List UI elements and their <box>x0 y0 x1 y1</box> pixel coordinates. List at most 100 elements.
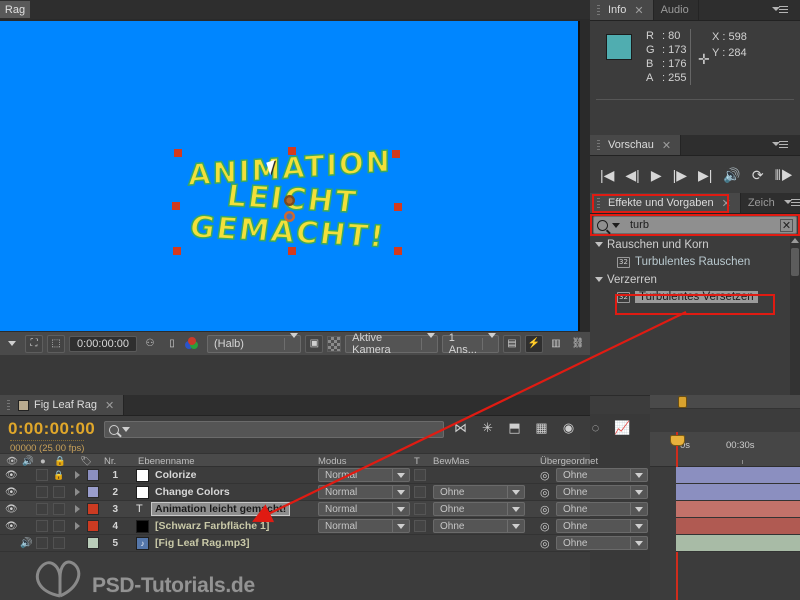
layer-solo-toggle[interactable] <box>36 486 48 498</box>
timeline-search-input[interactable] <box>104 421 444 438</box>
selection-handle[interactable] <box>394 247 402 255</box>
col-eye-icon[interactable]: 👁 <box>6 456 18 467</box>
layer-mode-select[interactable]: Normal <box>318 485 410 499</box>
last-frame-icon[interactable]: ▶| <box>698 168 712 182</box>
layer-preserve-transparency[interactable] <box>414 486 426 498</box>
layer-name[interactable]: Colorize <box>155 469 196 481</box>
layer-name[interactable]: Change Colors <box>155 486 230 498</box>
mask-icon[interactable]: ▣ <box>305 334 324 353</box>
timeline-navigator-bar[interactable] <box>650 395 800 409</box>
title-safe-icon[interactable]: ▤ <box>503 334 521 353</box>
col-header-modus[interactable]: Modus <box>318 456 347 467</box>
timeline-icon[interactable]: ▥ <box>547 334 565 353</box>
col-label-icon[interactable]: 🏷 <box>80 456 92 467</box>
layer-expand-icon[interactable] <box>75 505 80 513</box>
fit-comp-icon[interactable]: ⛶ <box>25 334 43 353</box>
layer-trackmatte-select[interactable]: Ohne <box>433 519 525 533</box>
layer-bar[interactable] <box>676 535 800 552</box>
anchor-point-icon[interactable] <box>284 211 295 222</box>
layer-parent-select[interactable]: Ohne <box>556 485 648 499</box>
parent-pickwhip-icon[interactable]: ◎ <box>540 486 550 499</box>
close-icon[interactable]: ✕ <box>634 4 643 17</box>
shy-icon[interactable]: ⋈ <box>452 419 469 436</box>
close-icon[interactable]: ✕ <box>722 197 731 210</box>
layer-name[interactable]: [Schwarz Farbfläche 1] <box>155 520 269 532</box>
viewer-menu-caret-icon[interactable] <box>3 334 21 353</box>
composition-canvas[interactable]: ANIMATION LEICHT GEMACHT! <box>0 21 580 352</box>
col-header-t[interactable]: T <box>414 456 420 467</box>
transparency-grid-icon[interactable] <box>327 335 342 352</box>
selection-handle[interactable] <box>173 247 181 255</box>
tab-rag[interactable]: Rag <box>0 1 30 18</box>
layer-parent-select[interactable]: Ohne <box>556 519 648 533</box>
selection-handle[interactable] <box>174 149 182 157</box>
parent-pickwhip-icon[interactable]: ◎ <box>540 537 550 550</box>
play-icon[interactable]: ▶ <box>651 168 662 182</box>
scroll-up-icon[interactable] <box>791 238 799 243</box>
close-icon[interactable]: ✕ <box>105 399 114 412</box>
col-solo-icon[interactable]: ● <box>40 456 46 467</box>
current-time-indicator-head[interactable] <box>670 435 685 449</box>
effect-item-turbulentes-versetzen[interactable]: 32 Turbulentes Versetzen <box>590 288 800 306</box>
layer-bar[interactable] <box>676 467 800 484</box>
effects-search-input[interactable]: turb ✕ <box>593 216 797 234</box>
col-header-nr[interactable]: Nr. <box>104 456 116 467</box>
panel-menu-icon[interactable] <box>772 5 788 16</box>
panel-menu-icon[interactable] <box>772 140 788 151</box>
timeline-timecode[interactable]: 0:00:00:00 <box>8 419 95 439</box>
col-header-uebergeordnet[interactable]: Übergeordnet <box>540 456 598 467</box>
comp-flowchart-icon[interactable]: ⛓ <box>569 334 587 353</box>
parent-pickwhip-icon[interactable]: ◎ <box>540 520 550 533</box>
audio-icon[interactable]: 🔊 <box>723 168 740 182</box>
layer-lock-toggle[interactable] <box>53 537 65 549</box>
graph-editor-icon[interactable]: 📈 <box>614 419 631 436</box>
resolution-select[interactable]: (Halb) <box>207 332 302 353</box>
table-row[interactable]: 👁 3 T Animation leicht gemacht! Normal O… <box>0 501 648 518</box>
selection-handle[interactable] <box>288 247 296 255</box>
tab-audio[interactable]: Audio <box>653 0 699 20</box>
layer-visibility-icon[interactable]: 👁 <box>5 470 18 481</box>
scrollbar-thumb[interactable] <box>791 248 799 276</box>
table-row[interactable]: 👁 2 Change Colors Normal Ohne ◎ Ohne <box>0 484 648 501</box>
layer-lock-toggle[interactable] <box>53 520 65 532</box>
layer-audio-icon[interactable]: 🔊 <box>20 538 32 549</box>
tab-effekte-und-vorgaben[interactable]: Effekte und Vorgaben ✕ <box>590 193 741 213</box>
layer-name[interactable]: Animation leicht gemacht! <box>151 502 291 516</box>
layer-solo-toggle[interactable] <box>36 469 48 481</box>
selection-handle[interactable] <box>288 147 296 155</box>
layer-lock-icon[interactable]: 🔒 <box>53 470 64 481</box>
layer-lock-toggle[interactable] <box>53 503 65 515</box>
next-frame-icon[interactable]: |▶ <box>673 168 687 182</box>
layer-visibility-icon[interactable]: 👁 <box>5 504 18 515</box>
col-lock-icon[interactable]: 🔒 <box>54 456 66 467</box>
motion-blur-icon[interactable]: ◉ <box>560 419 577 436</box>
first-frame-icon[interactable]: |◀ <box>600 168 614 182</box>
layer-visibility-icon[interactable]: 👁 <box>5 487 18 498</box>
effect-item-turbulentes-rauschen[interactable]: 32 Turbulentes Rauschen <box>590 253 800 271</box>
show-snapshot-icon[interactable]: ▯ <box>163 334 181 353</box>
layer-preserve-transparency[interactable] <box>414 503 426 515</box>
layer-label-color[interactable] <box>87 486 99 498</box>
selection-handle[interactable] <box>394 203 402 211</box>
chevron-down-icon[interactable] <box>612 222 620 228</box>
parent-pickwhip-icon[interactable]: ◎ <box>540 469 550 482</box>
layer-mode-select[interactable]: Normal <box>318 468 410 482</box>
col-header-ebenenname[interactable]: Ebenenname <box>138 456 195 467</box>
draft-3d-icon[interactable]: ⬒ <box>506 419 523 436</box>
layer-expand-icon[interactable] <box>75 488 80 496</box>
collapse-transform-icon[interactable]: ✳ <box>479 419 496 436</box>
layer-preserve-transparency[interactable] <box>414 469 426 481</box>
loop-icon[interactable]: ⟳ <box>752 168 764 182</box>
work-area-start-handle[interactable] <box>678 396 687 408</box>
layer-label-color[interactable] <box>87 520 99 532</box>
layer-mode-select[interactable]: Normal <box>318 519 410 533</box>
selection-handle[interactable] <box>392 150 400 158</box>
parent-pickwhip-icon[interactable]: ◎ <box>540 503 550 516</box>
table-row[interactable]: 👁 🔒 1 Colorize Normal ◎ Ohne <box>0 467 648 484</box>
effects-group-rauschen-und-korn[interactable]: Rauschen und Korn <box>590 236 800 253</box>
tab-zeich[interactable]: Zeich <box>740 193 800 213</box>
layer-trackmatte-select[interactable]: Ohne <box>433 485 525 499</box>
panel-menu-icon[interactable] <box>783 198 800 209</box>
selection-handle[interactable] <box>172 202 180 210</box>
viewer-timecode[interactable]: 0:00:00:00 <box>69 335 137 352</box>
